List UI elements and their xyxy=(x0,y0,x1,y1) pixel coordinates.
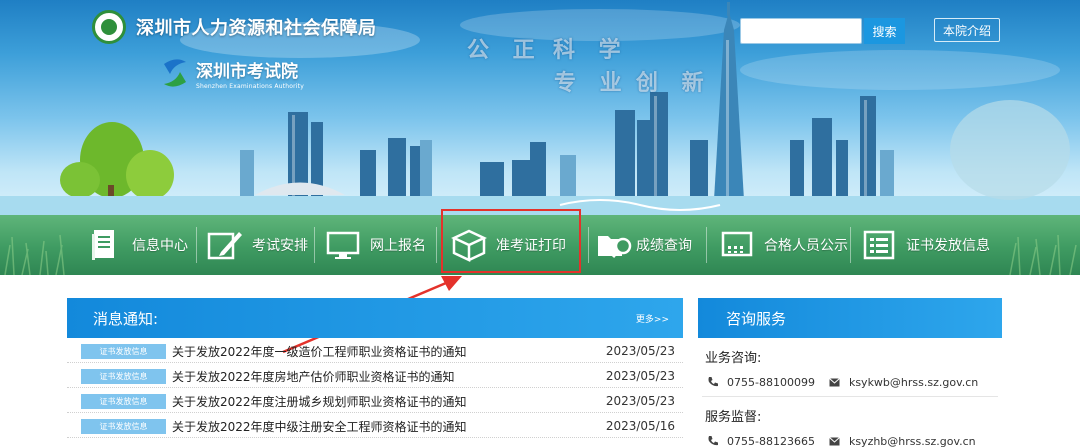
org-logo[interactable]: 深圳市人力资源和社会保障局 xyxy=(92,10,377,44)
consult-panel: 咨询服务 业务咨询: 0755-88100099 ksykwb@hrss.sz.… xyxy=(698,298,1002,448)
notice-date: 2023/05/23 xyxy=(605,394,675,408)
document-icon xyxy=(86,227,124,263)
search-input[interactable] xyxy=(740,18,862,44)
monitor-icon xyxy=(324,227,362,263)
nav-label: 成绩查询 xyxy=(636,238,692,254)
nav-label: 证书发放信息 xyxy=(906,238,990,254)
business-phone: 0755-88100099 xyxy=(727,375,815,389)
more-link[interactable]: 更多>> xyxy=(636,312,669,325)
supervision-email[interactable]: ksyzhb@hrss.sz.gov.cn xyxy=(849,435,976,448)
notice-header: 消息通知: 更多>> xyxy=(67,298,683,338)
business-email[interactable]: ksykwb@hrss.sz.gov.cn xyxy=(849,376,978,389)
nav-label: 信息中心 xyxy=(132,238,188,254)
notice-row[interactable]: 证书发放信息 关于发放2022年度房地产估价师职业资格证书的通知 2023/05… xyxy=(67,365,683,388)
category-badge: 证书发放信息 xyxy=(81,393,166,409)
search-button[interactable]: 搜索 xyxy=(864,18,905,44)
calendar-icon xyxy=(718,227,756,263)
folder-search-icon xyxy=(596,227,634,263)
notice-link[interactable]: 关于发放2022年度中级注册安全工程师资格证书的通知 xyxy=(172,418,606,435)
nav-info-center[interactable]: 信息中心 xyxy=(86,215,188,275)
slogan-fairness: 公 正 xyxy=(467,37,543,63)
notice-row[interactable]: 证书发放信息 关于发放2022年度一级造价工程师职业资格证书的通知 2023/0… xyxy=(67,340,683,363)
notice-row[interactable]: 证书发放信息 关于发放2022年度注册城乡规划师职业资格证书的通知 2023/0… xyxy=(67,390,683,413)
sub-org-english: Shenzhen Examinations Authority xyxy=(196,82,304,90)
nav-label: 网上报名 xyxy=(370,238,426,254)
category-badge: 证书发放信息 xyxy=(81,368,166,384)
emblem-icon xyxy=(92,10,126,44)
slogan-science: 科 学 xyxy=(553,37,629,63)
nav-online-registration[interactable]: 网上报名 xyxy=(324,215,426,275)
sub-org-logo[interactable]: 深圳市考试院 Shenzhen Examinations Authority xyxy=(160,56,304,90)
email-icon xyxy=(829,435,841,447)
nav-qualified-list[interactable]: 合格人员公示 xyxy=(718,215,848,275)
nav-label: 合格人员公示 xyxy=(764,238,848,254)
notice-panel: 消息通知: 更多>> 证书发放信息 关于发放2022年度一级造价工程师职业资格证… xyxy=(67,298,683,448)
nav-label: 考试安排 xyxy=(252,238,308,254)
category-badge: 证书发放信息 xyxy=(81,418,166,434)
notice-link[interactable]: 关于发放2022年度注册城乡规划师职业资格证书的通知 xyxy=(172,393,606,410)
slogan-professional: 专 业 xyxy=(554,70,630,96)
sub-org-name: 深圳市考试院 xyxy=(196,61,298,82)
header-banner: 深圳市人力资源和社会保障局 深圳市考试院 Shenzhen Examinatio… xyxy=(0,0,1080,215)
category-badge: 证书发放信息 xyxy=(81,343,166,359)
exam-authority-icon xyxy=(164,59,186,87)
list-icon xyxy=(860,227,898,263)
notice-title: 消息通知: xyxy=(93,309,159,328)
supervision-label: 服务监督: xyxy=(705,410,762,425)
nav-score-query[interactable]: 成绩查询 xyxy=(596,215,692,275)
slogan-innovation: 创 新 xyxy=(636,70,712,96)
pen-icon xyxy=(206,227,244,263)
notice-date: 2023/05/23 xyxy=(605,344,675,358)
notice-link[interactable]: 关于发放2022年度房地产估价师职业资格证书的通知 xyxy=(172,368,606,385)
business-consult-label: 业务咨询: xyxy=(705,351,762,366)
org-title: 深圳市人力资源和社会保障局 xyxy=(136,18,377,39)
nav-exam-schedule[interactable]: 考试安排 xyxy=(206,215,308,275)
notice-link[interactable]: 关于发放2022年度一级造价工程师职业资格证书的通知 xyxy=(172,343,606,360)
phone-icon xyxy=(707,376,719,388)
nav-certificate-issuance[interactable]: 证书发放信息 xyxy=(860,215,990,275)
consult-title: 咨询服务 xyxy=(698,298,1002,338)
intro-button[interactable]: 本院介绍 xyxy=(934,18,1000,42)
supervision-phone: 0755-88123665 xyxy=(727,434,815,448)
notice-date: 2023/05/23 xyxy=(605,369,675,383)
phone-icon xyxy=(707,435,719,447)
notice-date: 2023/05/16 xyxy=(605,419,675,433)
notice-row[interactable]: 证书发放信息 关于发放2022年度中级注册安全工程师资格证书的通知 2023/0… xyxy=(67,415,683,438)
email-icon xyxy=(829,376,841,388)
highlight-annotation xyxy=(441,209,581,273)
